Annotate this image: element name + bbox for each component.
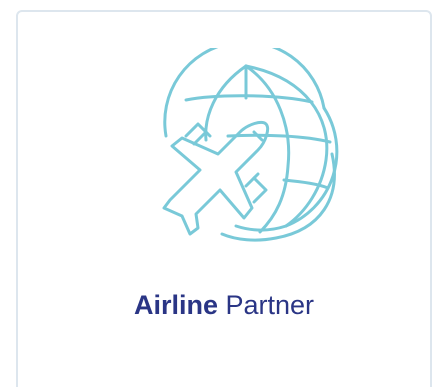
card-title: Airline Partner [18,288,430,322]
airline-partner-card[interactable]: Airline Partner [16,10,432,387]
globe-airplane-icon [136,48,356,248]
card-title-bold: Airline [133,290,218,320]
page: Airline Partner [0,0,448,387]
card-title-rest: Partner [217,290,315,320]
